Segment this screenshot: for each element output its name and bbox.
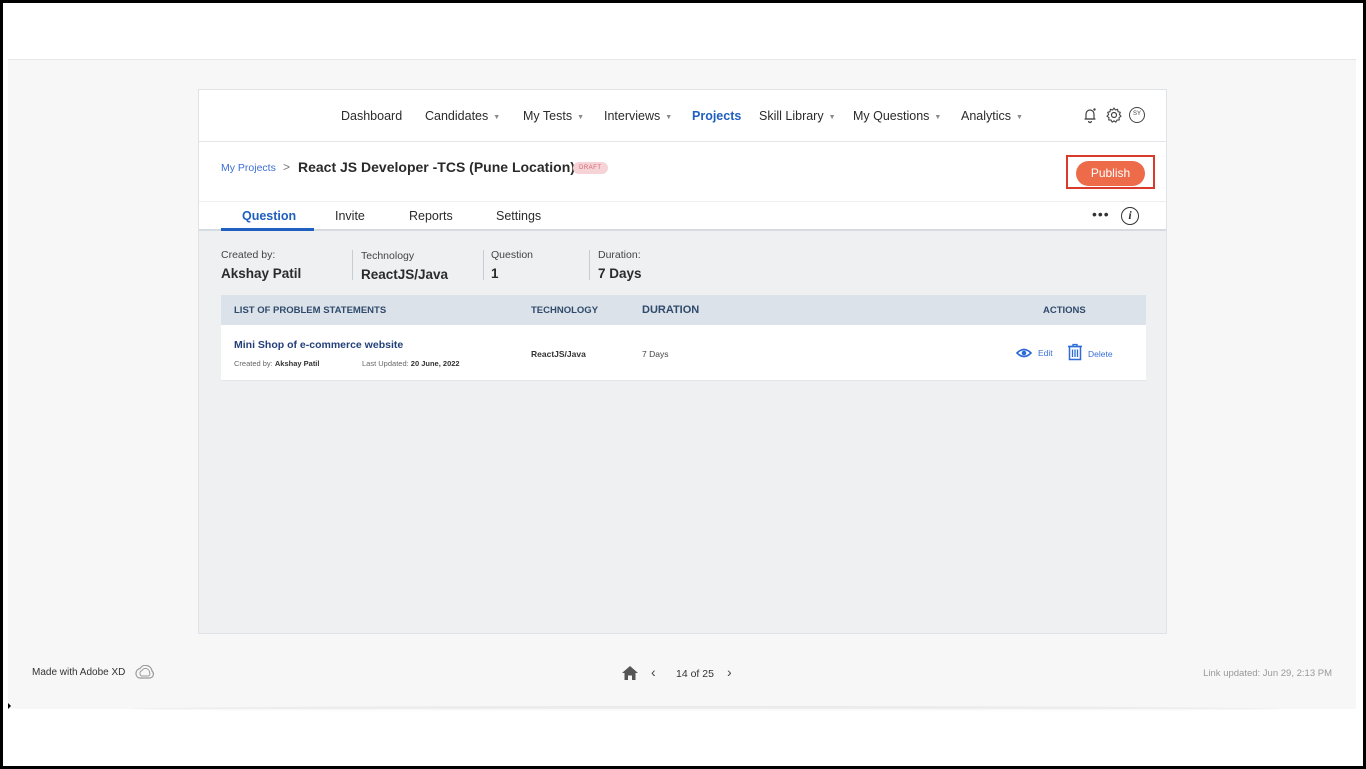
question-value: 1 (491, 266, 499, 281)
chevron-down-icon: ▼ (577, 114, 585, 121)
chevron-down-icon: ▼ (828, 114, 836, 121)
active-tab-indicator (221, 228, 314, 231)
tab-question[interactable]: Question (242, 209, 296, 223)
meta-divider (352, 250, 353, 280)
tab-invite[interactable]: Invite (335, 209, 365, 223)
gear-icon[interactable] (1105, 106, 1123, 124)
problem-technology: ReactJS/Java (531, 349, 586, 359)
created-by-value: Akshay Patil (221, 266, 302, 281)
info-icon[interactable]: i (1121, 207, 1139, 225)
edit-button[interactable]: Edit (1038, 348, 1053, 358)
chevron-down-icon: ▼ (934, 114, 942, 121)
tab-settings[interactable]: Settings (496, 209, 541, 223)
mouse-cursor-icon (8, 703, 11, 709)
previous-page-button[interactable]: ‹ (651, 664, 656, 680)
problem-last-updated: Last Updated: 20 June, 2022 (362, 359, 460, 368)
page-title: React JS Developer -TCS (Pune Location) (298, 159, 575, 175)
column-header-problem: LIST OF PROBLEM STATEMENTS (234, 305, 387, 316)
trash-icon[interactable] (1067, 343, 1083, 361)
problem-title[interactable]: Mini Shop of e-commerce website (234, 339, 403, 351)
status-badge: DRAFT (573, 162, 608, 174)
technology-value: ReactJS/Java (361, 267, 449, 282)
delete-button[interactable]: Delete (1088, 349, 1113, 359)
meta-divider (483, 250, 484, 280)
problem-created-by: Created by: Akshay Patil (234, 359, 320, 368)
top-navigation: Dashboard Candidates ▼ My Tests ▼ Intervie… (199, 90, 1166, 142)
breadcrumb-my-projects[interactable]: My Projects (221, 162, 276, 174)
column-header-technology: TECHNOLOGY (531, 305, 599, 316)
nav-item-projects[interactable]: Projects (692, 109, 741, 123)
tab-reports[interactable]: Reports (409, 209, 453, 223)
problem-statements-table: LIST OF PROBLEM STATEMENTS TECHNOLOGY DU… (221, 295, 1146, 381)
nav-item-interviews[interactable]: Interviews ▼ (604, 109, 672, 123)
duration-value: 7 Days (598, 266, 642, 281)
tab-bar: Question Invite Reports Settings ••• i (199, 201, 1166, 231)
nav-item-my-tests[interactable]: My Tests ▼ (523, 109, 584, 123)
creative-cloud-icon (135, 665, 154, 679)
column-header-duration: DURATION (642, 304, 700, 316)
column-header-actions: ACTIONS (1043, 305, 1086, 316)
problem-duration: 7 Days (642, 349, 669, 359)
nav-item-skill-library[interactable]: Skill Library ▼ (759, 109, 836, 123)
page-indicator: 14 of 25 (676, 668, 714, 680)
duration-label: Duration: (598, 249, 641, 261)
question-label: Question (491, 249, 534, 261)
meta-divider (589, 250, 590, 280)
eye-icon[interactable] (1016, 345, 1032, 361)
table-header: LIST OF PROBLEM STATEMENTS TECHNOLOGY DU… (221, 295, 1146, 325)
app-artboard: Dashboard Candidates ▼ My Tests ▼ Intervie… (198, 89, 1167, 634)
table-row: Mini Shop of e-commerce website Created … (221, 325, 1146, 381)
avatar[interactable]: SY (1129, 107, 1145, 123)
nav-item-dashboard[interactable]: Dashboard (341, 109, 402, 123)
publish-button[interactable]: Publish (1076, 161, 1145, 186)
stage-shadow (130, 706, 1280, 712)
more-options-icon[interactable]: ••• (1092, 206, 1110, 222)
chevron-down-icon: ▼ (665, 114, 673, 121)
home-icon[interactable] (621, 665, 639, 681)
nav-item-candidates[interactable]: Candidates ▼ (425, 109, 500, 123)
nav-item-my-questions[interactable]: My Questions ▼ (853, 109, 941, 123)
bell-icon[interactable] (1081, 106, 1099, 124)
next-page-button[interactable]: › (727, 664, 732, 680)
chevron-down-icon: ▼ (493, 114, 501, 121)
technology-label: Technology (361, 250, 415, 262)
link-updated-timestamp: Link updated: Jun 29, 2:13 PM (1203, 668, 1332, 679)
breadcrumb-separator: > (283, 160, 291, 174)
chevron-down-icon: ▼ (1016, 114, 1023, 121)
created-by-label: Created by: (221, 249, 276, 261)
project-header: My Projects > React JS Developer -TCS (P… (199, 142, 1166, 202)
made-with-adobe-xd: Made with Adobe XD (32, 667, 126, 678)
nav-item-analytics[interactable]: Analytics ▼ (961, 109, 1023, 123)
